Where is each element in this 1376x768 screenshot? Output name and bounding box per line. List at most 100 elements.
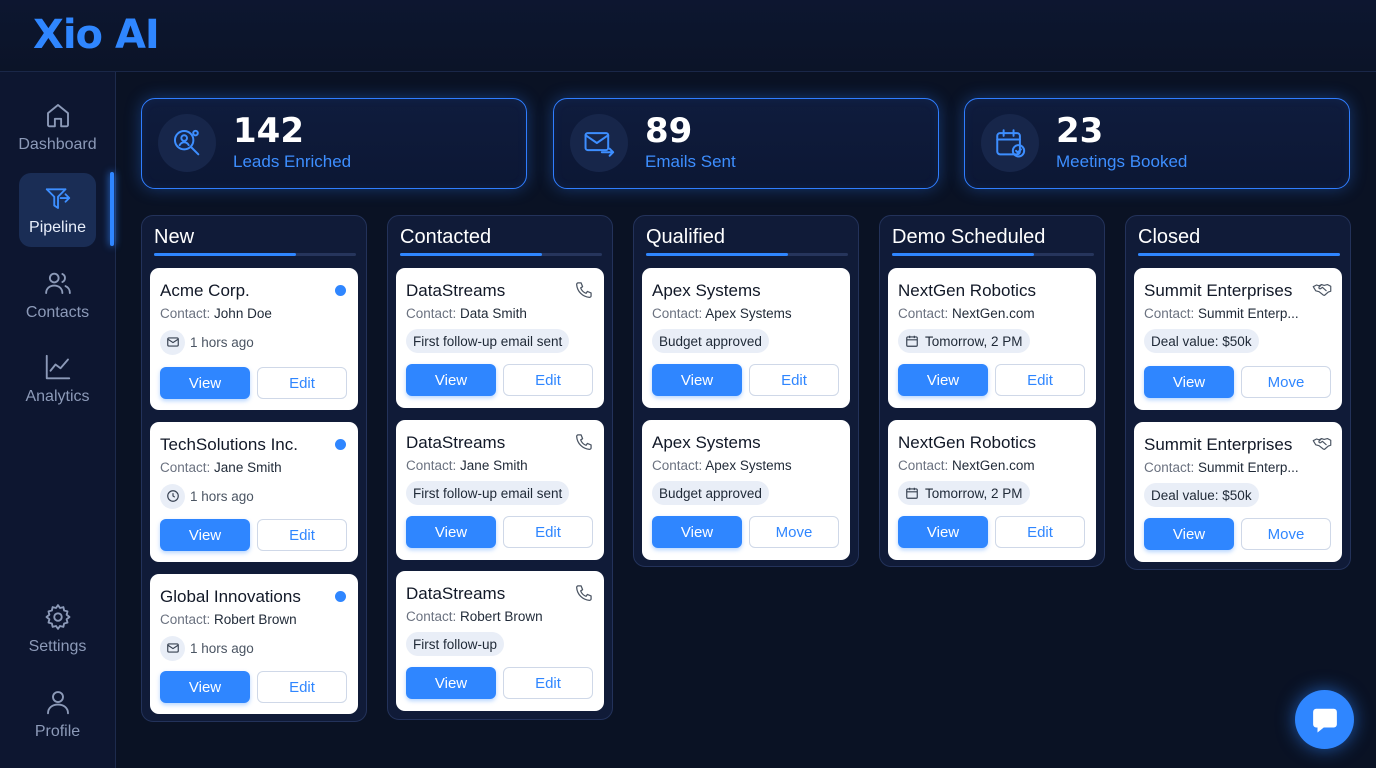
sidebar-item-dashboard[interactable]: Dashboard (18, 90, 97, 164)
move-button[interactable]: Move (1241, 518, 1331, 550)
stat-label: Leads Enriched (233, 152, 352, 171)
app-logo[interactable]: Xio AI (33, 12, 160, 58)
lead-card[interactable]: Global Innovations Contact: Robert Brown… (150, 574, 358, 714)
pipeline-column-new: New Acme Corp. Contact: John Doe 1 hors … (141, 215, 367, 722)
lead-card[interactable]: NextGen Robotics Contact: NextGen.com To… (888, 268, 1096, 408)
sidebar-item-analytics[interactable]: Analytics (19, 342, 96, 416)
edit-button[interactable]: Edit (749, 364, 839, 396)
move-button[interactable]: Move (749, 516, 839, 548)
lead-card[interactable]: DataStreams Contact: Data Smith First fo… (396, 268, 604, 408)
edit-button[interactable]: Edit (257, 519, 347, 551)
sidebar-item-settings[interactable]: Settings (19, 592, 96, 666)
user-icon (46, 691, 69, 715)
lead-card[interactable]: Summit Enterprises Contact: Summit Enter… (1134, 268, 1342, 410)
mail-icon (160, 329, 185, 355)
mail-icon (160, 635, 185, 661)
lead-card[interactable]: Acme Corp. Contact: John Doe 1 hors ago … (150, 268, 358, 410)
pipeline-icon (45, 188, 70, 209)
active-nav-indicator (110, 172, 114, 246)
unread-dot (335, 285, 346, 296)
handshake-icon (1312, 438, 1332, 450)
view-button[interactable]: View (652, 364, 742, 396)
status-pill: First follow-up email sent (406, 481, 570, 505)
sidebar-item-label: Pipeline (29, 219, 86, 236)
status-pill: Budget approved (652, 329, 769, 353)
view-button[interactable]: View (898, 516, 988, 548)
clock-icon (160, 483, 185, 509)
lead-card[interactable]: NextGen Robotics Contact: NextGen.com To… (888, 420, 1096, 560)
lead-contact: Contact: NextGen.com (898, 458, 1035, 473)
column-title: Demo Scheduled (892, 226, 1046, 248)
lead-contact: Contact: Jane Smith (406, 458, 528, 473)
view-button[interactable]: View (406, 516, 496, 548)
logo-ai: AI (114, 12, 160, 58)
lead-name: Summit Enterprises (1144, 435, 1293, 454)
lead-meta: 1 hors ago (160, 483, 254, 509)
lead-contact: Contact: Summit Enterp... (1144, 306, 1299, 321)
edit-button[interactable]: Edit (503, 516, 593, 548)
status-pill: First follow-up (406, 632, 505, 656)
top-bar: Xio AI (0, 0, 1376, 72)
stat-card-leads[interactable]: 142 Leads Enriched (141, 98, 527, 189)
edit-button[interactable]: Edit (257, 671, 347, 703)
user-search-icon (173, 129, 200, 156)
view-button[interactable]: View (160, 671, 250, 703)
column-progress-fill (154, 253, 296, 256)
view-button[interactable]: View (1144, 366, 1234, 398)
stat-value: 23 (1056, 111, 1104, 151)
sidebar-item-label: Settings (28, 638, 87, 655)
lead-card[interactable]: DataStreams Contact: Robert Brown First … (396, 571, 604, 711)
move-button[interactable]: Move (1241, 366, 1331, 398)
sidebar-item-label: Analytics (25, 388, 90, 405)
unread-dot (335, 591, 346, 602)
calendar-icon (906, 487, 918, 499)
column-title: New (154, 226, 195, 248)
view-button[interactable]: View (1144, 518, 1234, 550)
view-button[interactable]: View (652, 516, 742, 548)
chat-button[interactable] (1295, 690, 1354, 749)
lead-card[interactable]: TechSolutions Inc. Contact: Jane Smith 1… (150, 422, 358, 562)
chat-icon (1312, 708, 1337, 732)
edit-button[interactable]: Edit (995, 364, 1085, 396)
lead-name: NextGen Robotics (898, 281, 1036, 300)
sidebar-item-label: Profile (34, 723, 81, 740)
view-button[interactable]: View (160, 519, 250, 551)
stat-icon-wrap (158, 114, 216, 172)
phone-icon (576, 282, 592, 298)
lead-card[interactable]: Apex Systems Contact: Apex Systems Budge… (642, 420, 850, 560)
lead-card[interactable]: DataStreams Contact: Jane Smith First fo… (396, 420, 604, 560)
mail-send-icon (584, 132, 615, 157)
lead-name: Global Innovations (160, 587, 301, 606)
lead-name: Summit Enterprises (1144, 281, 1293, 300)
stat-label: Meetings Booked (1056, 152, 1188, 171)
view-button[interactable]: View (406, 667, 496, 699)
edit-button[interactable]: Edit (257, 367, 347, 399)
stat-card-meetings[interactable]: 23 Meetings Booked (964, 98, 1350, 189)
home-icon (46, 104, 69, 128)
stat-icon-wrap (570, 114, 628, 172)
lead-name: DataStreams (406, 433, 506, 452)
lead-contact: Contact: Data Smith (406, 306, 527, 321)
lead-contact: Contact: Apex Systems (652, 458, 792, 473)
sidebar-item-contacts[interactable]: Contacts (19, 258, 96, 332)
pipeline-column-contacted: Contacted DataStreams Contact: Data Smit… (387, 215, 613, 720)
lead-contact: Contact: Robert Brown (160, 612, 297, 627)
edit-button[interactable]: Edit (995, 516, 1085, 548)
stat-value: 89 (645, 111, 693, 151)
status-pill: Tomorrow, 2 PM (898, 481, 1030, 505)
edit-button[interactable]: Edit (503, 364, 593, 396)
view-button[interactable]: View (898, 364, 988, 396)
stat-card-emails[interactable]: 89 Emails Sent (553, 98, 939, 189)
edit-button[interactable]: Edit (503, 667, 593, 699)
gear-icon (45, 604, 70, 630)
lead-card[interactable]: Summit Enterprises Contact: Summit Enter… (1134, 422, 1342, 562)
lead-name: NextGen Robotics (898, 433, 1036, 452)
view-button[interactable]: View (160, 367, 250, 399)
pipeline-column-demo-scheduled: Demo Scheduled NextGen Robotics Contact:… (879, 215, 1105, 567)
lead-card[interactable]: Apex Systems Contact: Apex Systems Budge… (642, 268, 850, 408)
lead-name: Apex Systems (652, 433, 761, 452)
sidebar-item-profile[interactable]: Profile (19, 677, 96, 751)
sidebar-item-pipeline[interactable]: Pipeline (19, 173, 96, 247)
lead-meta: 1 hors ago (160, 635, 254, 661)
view-button[interactable]: View (406, 364, 496, 396)
